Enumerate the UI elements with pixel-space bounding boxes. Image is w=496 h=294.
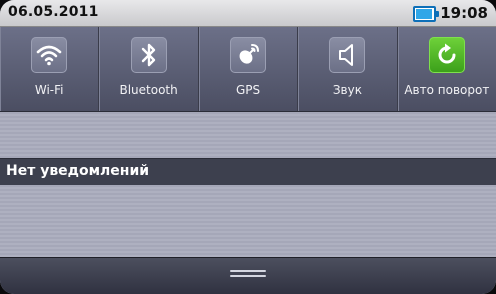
shade-close-handle[interactable]	[0, 257, 496, 294]
auto-rotate-icon	[428, 37, 465, 73]
notifications-header: Нет уведомлений	[0, 158, 496, 186]
speaker-icon	[329, 37, 366, 73]
status-time: 19:08	[440, 4, 488, 22]
toggle-label: GPS	[235, 83, 261, 97]
notifications-list	[0, 185, 496, 257]
toggle-bluetooth[interactable]: Bluetooth	[99, 27, 199, 111]
toggle-wifi[interactable]: Wi-Fi	[0, 27, 100, 111]
gps-icon	[230, 37, 267, 73]
status-bar: 06.05.2011 19:08	[0, 0, 496, 27]
toggle-label: Звук	[332, 83, 362, 97]
toggle-gps[interactable]: GPS	[199, 27, 299, 111]
no-notifications-text: Нет уведомлений	[6, 163, 150, 179]
quick-settings-toggles: Wi-Fi Bluetooth GPS Звук Авто поворот	[0, 27, 496, 112]
toggle-auto-rotate[interactable]: Авто поворот	[398, 27, 496, 111]
notification-shade: 06.05.2011 19:08 Wi-Fi Bluetooth GPS Зву…	[0, 0, 496, 294]
grip-icon	[230, 270, 266, 280]
shade-divider-area	[0, 112, 496, 158]
toggle-label: Bluetooth	[119, 83, 178, 97]
toggle-label: Wi-Fi	[34, 83, 64, 97]
toggle-label: Авто поворот	[404, 83, 490, 97]
wifi-icon	[31, 37, 68, 73]
bluetooth-icon	[130, 37, 167, 73]
toggle-sound[interactable]: Звук	[298, 27, 398, 111]
battery-icon	[413, 6, 439, 22]
status-date: 06.05.2011	[8, 4, 99, 20]
